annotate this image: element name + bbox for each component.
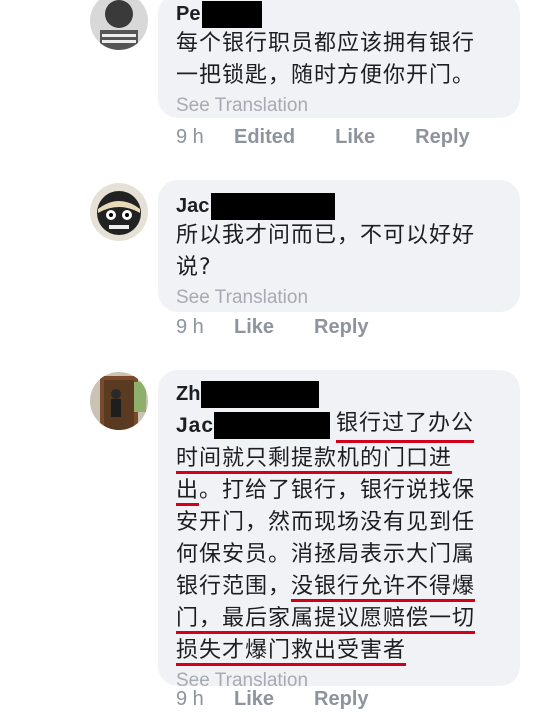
comment-author-row[interactable]: Zh [176, 380, 502, 408]
comment-text-segment: 银行范围， [176, 574, 292, 599]
comment-timestamp[interactable]: 9 h [176, 688, 234, 711]
comment-author-row[interactable]: Jac [176, 192, 502, 220]
redaction-block [214, 412, 331, 439]
reply-button[interactable]: Reply [314, 688, 368, 711]
underlined-text: 时间就只剩提款机的门口进 [176, 446, 453, 474]
comment-author-name[interactable]: Jac [176, 195, 209, 218]
see-translation-link[interactable]: See Translation [176, 94, 502, 118]
comment-text-line: 安开门，然而现场没有见到任 [176, 510, 476, 535]
comment-actions: 9 h Like Reply [176, 316, 409, 339]
reply-button[interactable]: Reply [314, 316, 368, 339]
underlined-text: 没银行允许不得爆 [291, 574, 476, 602]
comment-text-line: 何保安员。消拯局表示大门属 [176, 542, 476, 567]
comment-text: 所以我才问而已，不可以好好 说? [176, 220, 502, 284]
comment-bubble: Pe 每个银行职员都应该拥有银行 一把锁匙，随时方便你开门。 See Trans… [158, 0, 520, 118]
avatar[interactable] [90, 0, 148, 50]
underlined-text: 银行过了办公 [336, 408, 475, 443]
like-button[interactable]: Like [234, 688, 274, 711]
comment-text-segment: 。打给了银行，银行说找保 [199, 478, 476, 503]
underlined-text: 损失才爆门救出受害者 [176, 638, 407, 666]
comment-bubble: Zh Jac 银行过了办公 时间就只剩提款机的门口进 出。打给了银行，银行说找保… [158, 370, 520, 691]
avatar[interactable] [90, 183, 148, 241]
comment-text-line: 每个银行职员都应该拥有银行 [176, 31, 476, 56]
avatar-image [90, 372, 148, 430]
comment-text-line: 所以我才问而已，不可以好好 [176, 223, 476, 248]
comment-text: 每个银行职员都应该拥有银行 一把锁匙，随时方便你开门。 [176, 28, 502, 92]
comment-author-name[interactable]: Pe [176, 3, 200, 26]
comment-text-line: 一把锁匙，随时方便你开门。 [176, 63, 476, 88]
avatar-image [90, 0, 148, 50]
comment-text-line: 时间就只剩提款机的门口进 [176, 443, 502, 475]
comment-text-line: 门，最后家属提议愿赔偿一切 [176, 603, 502, 635]
comment-author-row[interactable]: Pe [176, 0, 502, 28]
comment-timestamp[interactable]: 9 h [176, 316, 234, 339]
avatar-image [90, 183, 148, 241]
comment-actions: 9 h Like Reply [176, 688, 409, 711]
like-button[interactable]: Like [234, 316, 274, 339]
redaction-block [201, 380, 320, 408]
comment-text-line: 出。打给了银行，银行说找保 [176, 475, 502, 507]
comment-timestamp[interactable]: 9 h [176, 126, 234, 149]
comment-author-name[interactable]: Zh [176, 383, 200, 406]
comment-text-line: 损失才爆门救出受害者 [176, 635, 502, 667]
see-translation-link[interactable]: See Translation [176, 286, 502, 310]
reply-button[interactable]: Reply [415, 126, 469, 149]
avatar[interactable] [90, 372, 148, 430]
underlined-text: 门，最后家属提议愿赔偿一切 [176, 606, 476, 634]
comment-text-line: 银行范围，没银行允许不得爆 [176, 571, 502, 603]
comment-text: Jac 银行过了办公 时间就只剩提款机的门口进 出。打给了银行，银行说找保 安开… [176, 408, 502, 667]
redaction-block [211, 192, 336, 220]
mention-link[interactable]: Jac [176, 410, 214, 442]
underlined-text: 出 [176, 478, 200, 506]
like-button[interactable]: Like [335, 126, 375, 149]
comment-bubble: Jac 所以我才问而已，不可以好好 说? See Translation [158, 180, 520, 312]
comment-text-line: 说? [176, 255, 212, 280]
comment-text-line: Jac 银行过了办公 [176, 408, 502, 443]
comment-actions: 9 h Edited Like Reply [176, 126, 510, 149]
redaction-block [202, 0, 263, 28]
edited-label[interactable]: Edited [234, 126, 295, 149]
